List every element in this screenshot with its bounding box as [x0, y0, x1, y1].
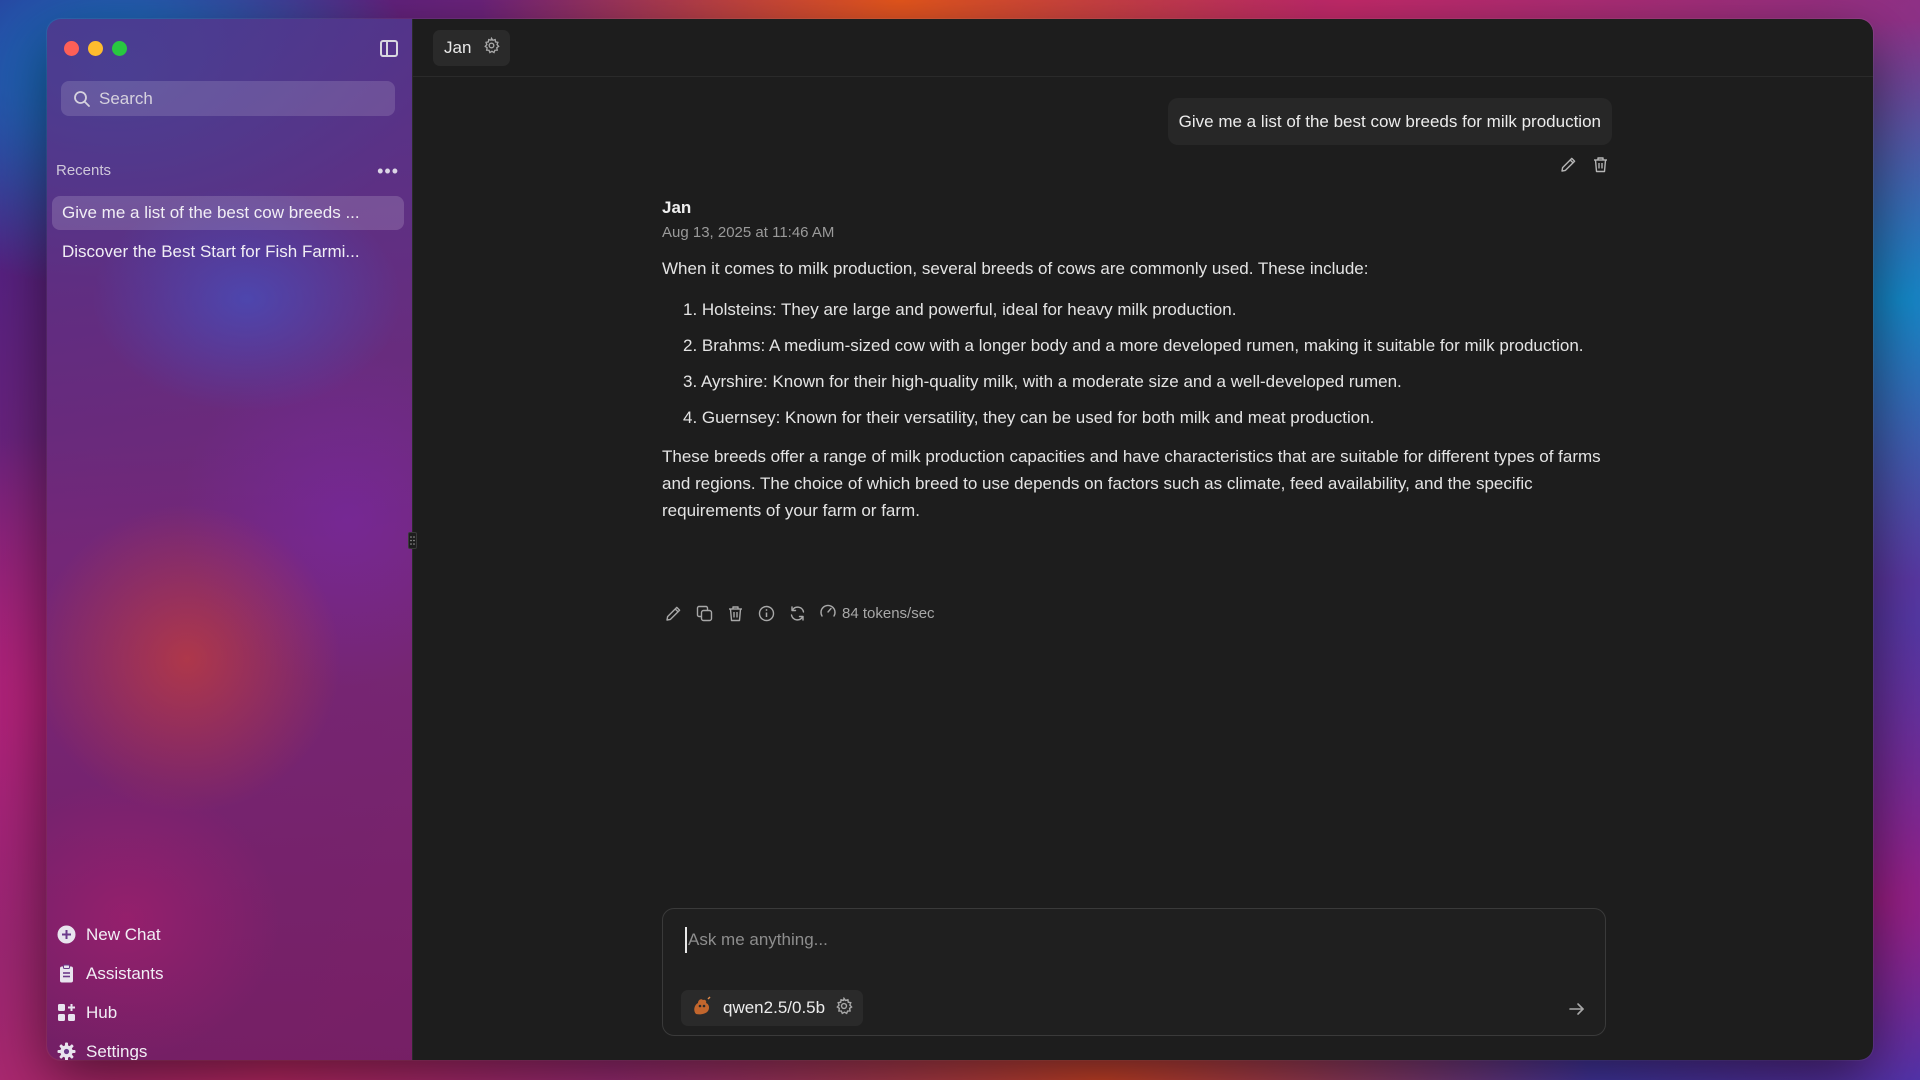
chat-header: Jan — [413, 19, 1873, 77]
assistant-message-actions: 84 tokens/sec — [664, 602, 935, 624]
nav-label: Hub — [86, 1002, 118, 1022]
send-arrow-icon[interactable] — [1567, 1000, 1587, 1018]
grid-icon — [57, 1003, 76, 1022]
gear-icon[interactable] — [483, 36, 501, 59]
recent-chat-item[interactable]: Give me a list of the best cow breeds ..… — [52, 196, 404, 230]
sidebar: Recents ••• Give me a list of the best c… — [47, 19, 412, 1060]
close-window-button[interactable] — [64, 41, 79, 56]
search-input[interactable] — [99, 88, 369, 109]
nav-label: Settings — [86, 1041, 148, 1061]
clipboard-icon — [57, 964, 76, 983]
recent-chats-list: Give me a list of the best cow breeds ..… — [52, 196, 404, 274]
list-item: 2. Brahms: A medium-sized cow with a lon… — [683, 336, 1584, 355]
tokens-per-sec: 84 tokens/sec — [842, 604, 935, 622]
search-box[interactable] — [61, 81, 395, 116]
list-item: 3. Ayrshire: Known for their high-qualit… — [683, 372, 1402, 391]
trash-icon[interactable] — [1591, 155, 1610, 174]
regenerate-icon[interactable] — [788, 604, 807, 623]
assistant-selector[interactable]: Jan — [433, 30, 511, 66]
window-controls — [64, 41, 127, 56]
model-logo-icon — [691, 995, 713, 1021]
search-icon — [73, 90, 91, 108]
trash-icon[interactable] — [726, 604, 745, 623]
gauge-icon — [819, 602, 837, 624]
assistant-message-list: 1. Holsteins: They are large and powerfu… — [662, 296, 1602, 431]
recent-chat-label: Discover the Best Start for Fish Farmi..… — [62, 242, 360, 261]
assistant-message-author: Jan — [662, 198, 692, 217]
assistant-message: Jan Aug 13, 2025 at 11:46 AM When it com… — [662, 198, 1602, 524]
list-item: 4. Guernsey: Known for their versatility… — [683, 408, 1375, 427]
bottom-nav: New Chat Assistants Hub Settings — [57, 915, 397, 1060]
assistant-message-timestamp: Aug 13, 2025 at 11:46 AM — [662, 224, 835, 241]
app-window: Recents ••• Give me a list of the best c… — [47, 19, 1873, 1060]
sidebar-toggle-icon[interactable] — [380, 40, 398, 57]
recent-chat-label: Give me a list of the best cow breeds ..… — [62, 203, 360, 222]
nav-hub[interactable]: Hub — [57, 993, 397, 1032]
recents-label: Recents — [56, 162, 112, 179]
message-input[interactable] — [685, 927, 1565, 953]
recents-header: Recents ••• — [56, 162, 399, 180]
zoom-window-button[interactable] — [112, 41, 127, 56]
user-message-text: Give me a list of the best cow breeds fo… — [1178, 111, 1601, 131]
nav-new-chat[interactable]: New Chat — [57, 915, 397, 954]
chat-panel: Jan Give me a list of the best cow breed… — [408, 19, 1873, 1060]
assistant-message-intro: When it comes to milk production, severa… — [662, 259, 1369, 278]
assistant-message-outro: These breeds offer a range of milk produ… — [662, 447, 1601, 520]
more-options-icon[interactable]: ••• — [377, 162, 399, 180]
edit-icon[interactable] — [664, 604, 683, 623]
nav-settings[interactable]: Settings — [57, 1032, 397, 1060]
recent-chat-item[interactable]: Discover the Best Start for Fish Farmi..… — [52, 235, 404, 269]
plus-circle-icon — [57, 925, 76, 944]
token-speed: 84 tokens/sec — [819, 602, 935, 624]
list-item: 1. Holsteins: They are large and powerfu… — [683, 300, 1237, 319]
edit-icon[interactable] — [1559, 155, 1578, 174]
model-selector[interactable]: qwen2.5/0.5b — [681, 990, 864, 1026]
message-composer: qwen2.5/0.5b — [662, 908, 1606, 1036]
model-name: qwen2.5/0.5b — [723, 998, 826, 1017]
assistant-name: Jan — [444, 38, 472, 57]
user-message-bubble: Give me a list of the best cow breeds fo… — [1167, 98, 1612, 145]
info-icon[interactable] — [757, 604, 776, 623]
gear-icon — [57, 1042, 76, 1060]
user-message-actions — [1559, 155, 1610, 174]
copy-icon[interactable] — [695, 604, 714, 623]
minimize-window-button[interactable] — [88, 41, 103, 56]
nav-assistants[interactable]: Assistants — [57, 954, 397, 993]
nav-label: Assistants — [86, 963, 164, 983]
gear-icon[interactable] — [835, 996, 853, 1020]
nav-label: New Chat — [86, 924, 161, 944]
resize-handle[interactable] — [408, 532, 417, 549]
